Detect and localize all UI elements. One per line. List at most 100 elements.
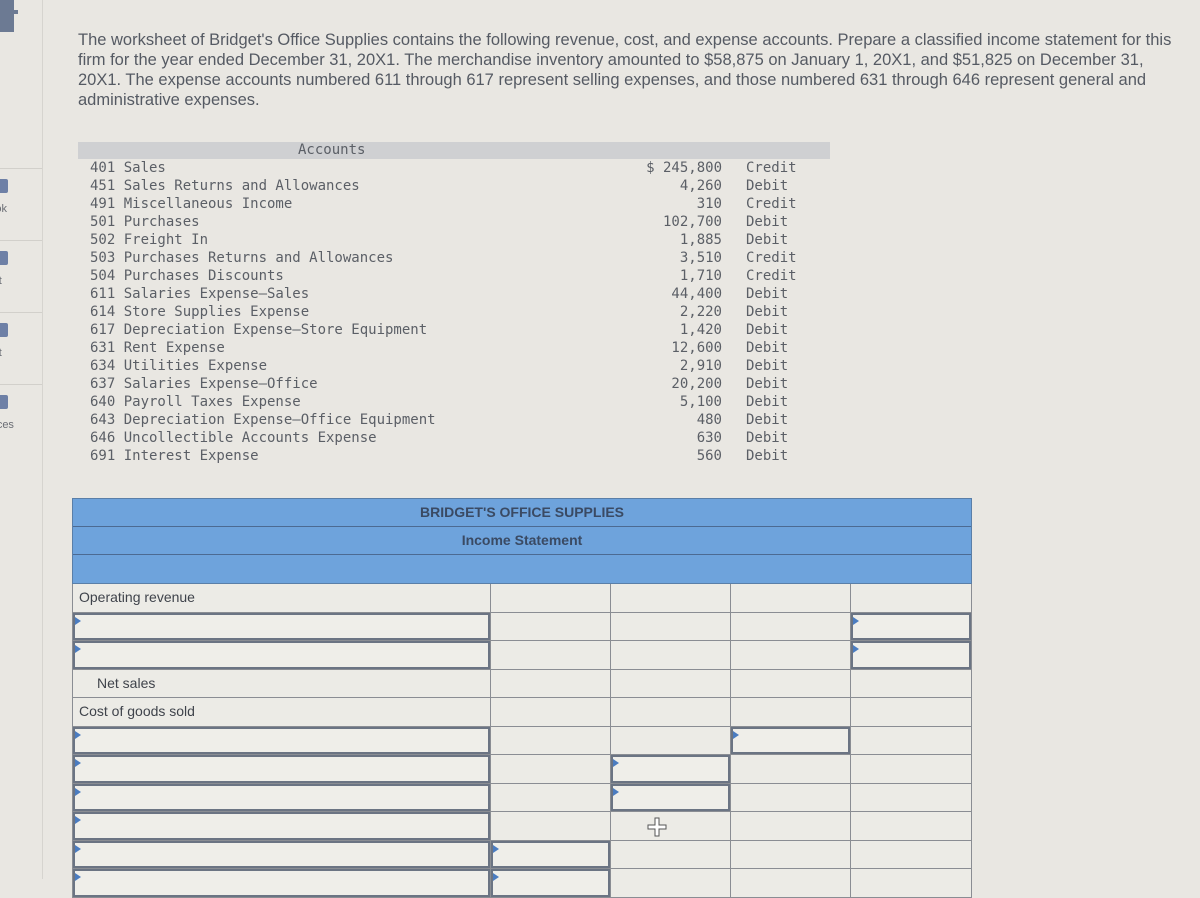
amount-field[interactable] <box>491 869 610 897</box>
amount-cell-col-4 <box>850 726 972 754</box>
amount-cell-col-3 <box>730 698 850 726</box>
account-name: 503 Purchases Returns and Allowances <box>90 250 394 266</box>
label-input[interactable] <box>75 871 488 895</box>
amount-cell-col-4 <box>850 755 972 783</box>
amount-cell-col-3[interactable] <box>730 726 850 754</box>
references-icon <box>0 395 8 409</box>
statement-title: Income Statement <box>73 527 971 555</box>
account-side: Credit <box>746 268 797 284</box>
label-dropdown[interactable] <box>73 840 490 868</box>
amount-input[interactable] <box>733 728 848 752</box>
amount-cell-col-4[interactable] <box>850 641 972 669</box>
account-side: Credit <box>746 160 797 176</box>
account-name: 611 Salaries Expense—Sales <box>90 286 310 302</box>
amount-cell-col-1[interactable] <box>490 869 610 897</box>
sidebar-item-ebook[interactable]: ok <box>0 168 42 241</box>
label-dropdown[interactable] <box>73 641 490 669</box>
label-input[interactable] <box>75 757 488 781</box>
amount-cell-col-4 <box>850 783 972 811</box>
label-input[interactable] <box>75 728 488 752</box>
account-amount: 2,220 <box>679 304 722 320</box>
sidebar-item-print[interactable]: t <box>0 240 42 313</box>
left-sidebar: ok t t nces <box>0 0 43 879</box>
amount-cell-col-1 <box>490 755 610 783</box>
label-cell[interactable] <box>72 869 490 897</box>
label-input[interactable] <box>75 785 488 809</box>
amount-cell-col-1 <box>490 783 610 811</box>
statement-row <box>72 612 972 641</box>
label-dropdown[interactable] <box>73 869 490 897</box>
crosshair-cursor-icon <box>647 817 667 837</box>
amount-field[interactable] <box>491 840 610 868</box>
amount-cell-col-2 <box>610 669 730 697</box>
account-amount: 2,910 <box>679 358 722 374</box>
amount-cell-col-1[interactable] <box>490 840 610 868</box>
statement-period <box>73 555 971 583</box>
amount-cell-col-3 <box>730 641 850 669</box>
label-cell[interactable] <box>72 840 490 868</box>
amount-input[interactable] <box>853 643 969 667</box>
statement-row <box>72 840 972 869</box>
hint-icon <box>0 323 8 337</box>
amount-cell-col-4 <box>850 840 972 868</box>
account-side: Debit <box>746 214 789 230</box>
account-row: 504 Purchases Discounts 1,710 Credit <box>78 267 830 285</box>
account-amount: 1,710 <box>679 268 722 284</box>
amount-input[interactable] <box>613 785 728 809</box>
label-dropdown[interactable] <box>73 726 490 754</box>
amount-cell-col-2[interactable] <box>610 755 730 783</box>
amount-cell-col-3 <box>730 669 850 697</box>
label-cell[interactable] <box>72 812 490 840</box>
label-input[interactable] <box>75 643 488 667</box>
account-name: 501 Purchases <box>90 214 200 230</box>
label-cell[interactable] <box>72 783 490 811</box>
account-row: 643 Depreciation Expense—Office Equipmen… <box>78 411 830 429</box>
amount-input[interactable] <box>493 871 608 895</box>
sidebar-item-references[interactable]: nces <box>0 384 42 457</box>
amount-input[interactable] <box>853 614 969 638</box>
amount-field[interactable] <box>851 641 971 669</box>
label-cell[interactable] <box>72 726 490 754</box>
account-amount: 44,400 <box>671 286 722 302</box>
amount-cell-col-4 <box>850 812 972 840</box>
amount-field[interactable] <box>611 755 730 783</box>
label-dropdown[interactable] <box>73 812 490 840</box>
account-side: Credit <box>746 196 797 212</box>
label-input[interactable] <box>75 614 488 638</box>
amount-field[interactable] <box>611 783 730 811</box>
label-dropdown[interactable] <box>73 783 490 811</box>
amount-field[interactable] <box>731 726 850 754</box>
amount-cell-col-2[interactable] <box>610 783 730 811</box>
account-side: Debit <box>746 232 789 248</box>
account-name: 451 Sales Returns and Allowances <box>90 178 360 194</box>
accounts-header: Accounts <box>78 142 830 159</box>
sidebar-handle[interactable] <box>0 0 18 32</box>
sidebar-item-hint[interactable]: t <box>0 312 42 385</box>
account-row: 640 Payroll Taxes Expense 5,100 Debit <box>78 393 830 411</box>
account-row: 637 Salaries Expense—Office 20,200 Debit <box>78 375 830 393</box>
label-cell[interactable] <box>72 641 490 669</box>
account-row: 631 Rent Expense 12,600 Debit <box>78 339 830 357</box>
account-amount: 12,600 <box>671 340 722 356</box>
company-name: BRIDGET'S OFFICE SUPPLIES <box>73 499 971 527</box>
account-side: Debit <box>746 376 789 392</box>
amount-cell-col-1 <box>490 584 610 612</box>
account-side: Debit <box>746 322 789 338</box>
label-cell[interactable] <box>72 612 490 640</box>
label-input[interactable] <box>75 842 488 866</box>
account-amount: 3,510 <box>679 250 722 266</box>
amount-input[interactable] <box>613 757 728 781</box>
account-amount: 5,100 <box>679 394 722 410</box>
amount-field[interactable] <box>851 612 971 640</box>
amount-cell-col-3 <box>730 612 850 640</box>
amount-cell-col-2 <box>610 840 730 868</box>
amount-cell-col-1 <box>490 641 610 669</box>
label-cell[interactable] <box>72 755 490 783</box>
label-input[interactable] <box>75 814 488 838</box>
label-dropdown[interactable] <box>73 612 490 640</box>
account-side: Debit <box>746 178 789 194</box>
amount-cell-col-2 <box>610 698 730 726</box>
amount-input[interactable] <box>493 842 608 866</box>
label-dropdown[interactable] <box>73 755 490 783</box>
amount-cell-col-4[interactable] <box>850 612 972 640</box>
